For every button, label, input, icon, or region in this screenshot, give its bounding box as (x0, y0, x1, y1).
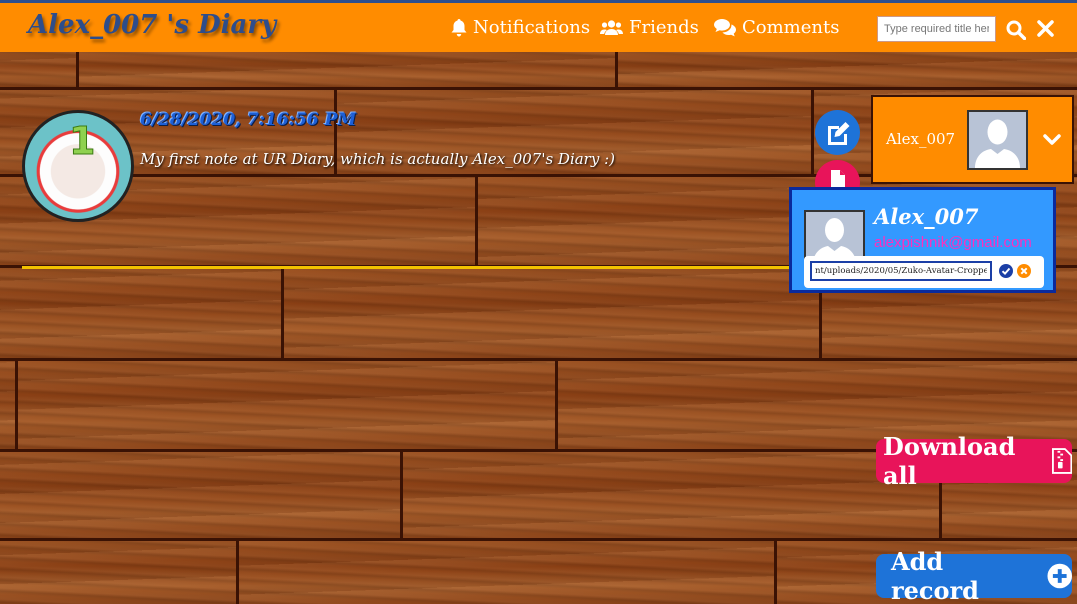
user-avatar (967, 110, 1028, 170)
cancel-circle-icon (1017, 264, 1031, 278)
cancel-avatar-button[interactable] (1017, 263, 1031, 282)
nav-friends[interactable]: Friends (600, 17, 699, 38)
profile-dropdown-panel: Alex_007 alexpishnik@gmail.com (789, 187, 1056, 293)
note-image-cake: 1 (22, 110, 134, 222)
confirm-avatar-button[interactable] (999, 263, 1013, 282)
nav-notifications[interactable]: Notifications (451, 17, 590, 38)
nav-notifications-label: Notifications (473, 17, 591, 38)
users-icon (600, 20, 623, 35)
note-divider (22, 266, 792, 269)
user-menu-toggle[interactable]: Alex_007 (871, 95, 1074, 184)
plus-circle-icon (1047, 563, 1072, 589)
note-text: My first note at UR Diary, which is actu… (140, 150, 616, 168)
note-date: 6/28/2020, 7:16:56 PM (140, 110, 357, 130)
search-button[interactable] (1006, 20, 1027, 44)
search-icon (1006, 20, 1027, 41)
comments-icon (714, 18, 736, 36)
add-record-label: Add record (891, 547, 979, 604)
nav-comments[interactable]: Comments (714, 17, 839, 38)
add-record-button[interactable]: Add record (876, 547, 1072, 604)
profile-name: Alex_007 (874, 204, 979, 229)
download-all-label: Download all (883, 432, 1016, 490)
avatar-url-input[interactable] (810, 261, 992, 281)
user-menu-username: Alex_007 (886, 130, 956, 148)
profile-email: alexpishnik@gmail.com (874, 234, 1032, 251)
close-icon (1037, 20, 1054, 37)
close-search-button[interactable] (1037, 20, 1054, 41)
search-input[interactable] (877, 16, 996, 42)
nav-friends-label: Friends (629, 17, 699, 38)
check-circle-icon (999, 264, 1013, 278)
chevron-down-icon[interactable] (1043, 131, 1061, 150)
zip-file-icon (1051, 448, 1072, 474)
brand-title[interactable]: Alex_007 's Diary (28, 10, 276, 40)
edit-icon (827, 121, 849, 145)
nav-comments-label: Comments (742, 17, 840, 38)
user-silhouette-icon (806, 212, 863, 262)
bell-icon (451, 18, 467, 36)
avatar-url-editor (804, 256, 1044, 288)
user-silhouette-icon (969, 112, 1026, 168)
download-all-button[interactable]: Download all (876, 432, 1072, 490)
cake-candle-number: 1 (68, 119, 96, 164)
top-navbar: Alex_007 's Diary Notifications Friends … (0, 0, 1077, 52)
edit-note-button[interactable] (815, 110, 860, 155)
